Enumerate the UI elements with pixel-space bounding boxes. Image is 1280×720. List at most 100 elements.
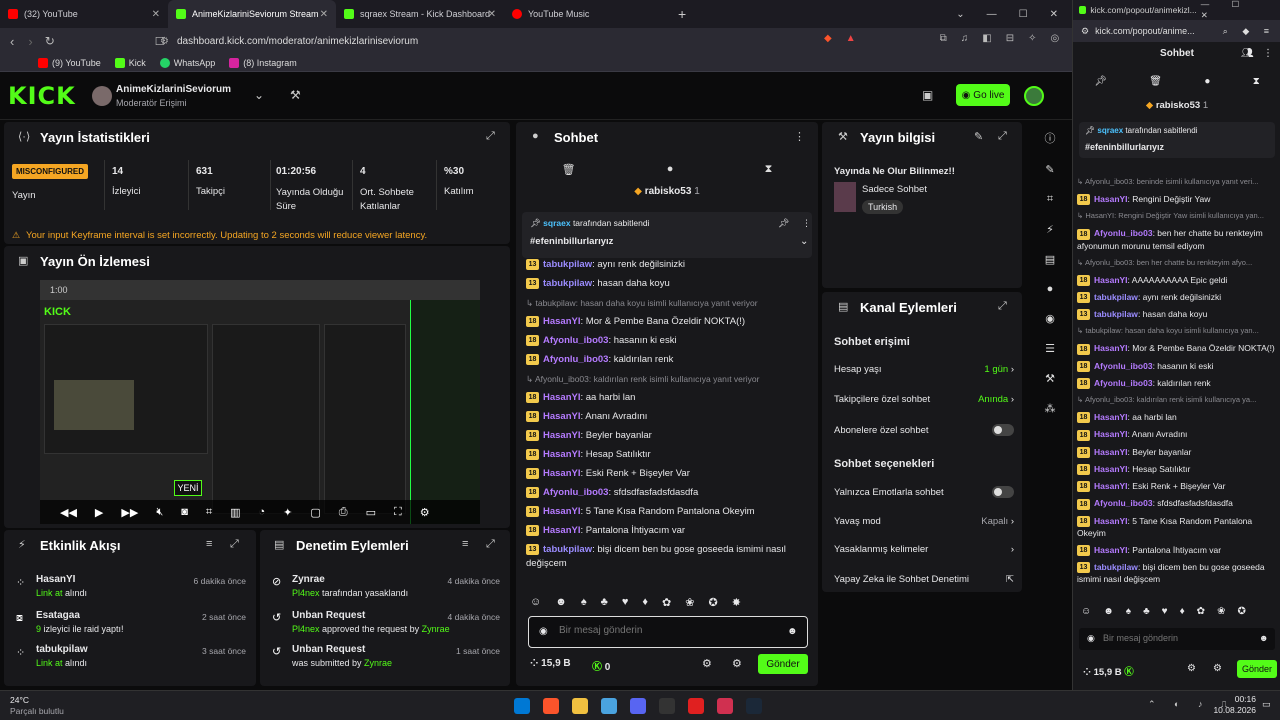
edit-icon[interactable]: ✎ bbox=[1045, 163, 1054, 176]
info-icon[interactable]: ⓘ bbox=[1045, 130, 1056, 146]
emote-icon[interactable]: ♥ bbox=[1162, 606, 1168, 622]
chat-username[interactable]: Afyonlu_ibo03 bbox=[1094, 378, 1153, 388]
stream-preview-video[interactable]: 1:00 KICK YENİ ◀◀ ▶ ▶▶ 🔇︎ ◙ ⌗ ▥ ◔ ✦ ▢ ⎙ ▭ ⛶ ⚙ bbox=[40, 280, 480, 524]
slow-mode-row[interactable]: Yavaş mod Kapalı › bbox=[834, 516, 1014, 527]
forward-icon[interactable]: ▶▶ bbox=[121, 506, 138, 519]
emoji-icon[interactable]: ☻ bbox=[787, 626, 798, 637]
crop-icon[interactable]: ⌗ bbox=[206, 506, 212, 519]
tab-list-icon[interactable]: ⌄ bbox=[956, 9, 964, 20]
url-field[interactable]: ⚙ dashboard.kick.com/moderator/animekizla… bbox=[160, 32, 810, 50]
leo-icon[interactable]: ✧ bbox=[1028, 33, 1036, 44]
chat-username[interactable]: HasanYI bbox=[1094, 447, 1128, 457]
close-tab-icon[interactable]: ✕ bbox=[152, 9, 160, 20]
mention-icon[interactable]: ◉ bbox=[1087, 633, 1095, 644]
bookmark-whatsapp[interactable]: WhatsApp bbox=[159, 57, 215, 68]
new-tab-icon[interactable]: + bbox=[678, 6, 686, 22]
edit-icon[interactable]: ✎ bbox=[974, 130, 983, 143]
emote-only-toggle[interactable] bbox=[992, 486, 1014, 498]
profile-avatar[interactable] bbox=[1024, 86, 1044, 106]
chat-username[interactable]: Afyonlu_ibo03 bbox=[543, 335, 608, 346]
split-icon[interactable]: ⊟ bbox=[1006, 33, 1014, 44]
steam-icon[interactable] bbox=[746, 698, 762, 714]
trash-icon[interactable]: 🗑︎ bbox=[1149, 76, 1162, 87]
back-icon[interactable]: ‹ bbox=[10, 34, 14, 49]
emote-icon[interactable]: ✪ bbox=[708, 596, 717, 612]
browser-tab[interactable]: YouTube Music bbox=[504, 0, 672, 28]
brave-icon[interactable] bbox=[543, 698, 559, 714]
chat-username[interactable]: HasanYI bbox=[543, 411, 581, 422]
chat-username[interactable]: Afyonlu_ibo03 bbox=[1094, 498, 1153, 508]
chat-username[interactable]: tabukpilaw bbox=[543, 259, 592, 270]
emote-icon[interactable]: ♣ bbox=[601, 596, 608, 612]
brave-rewards-icon[interactable]: ▲ bbox=[846, 33, 856, 44]
chat-username[interactable]: tabukpilaw bbox=[1094, 309, 1138, 319]
hourglass-icon[interactable]: ⧗ bbox=[765, 163, 773, 176]
chat-username[interactable]: tabukpilaw bbox=[543, 544, 592, 555]
chat-username[interactable]: HasanYI bbox=[543, 392, 581, 403]
browser-tab[interactable]: AnimeKizlariniSeviorum Stream ✕ bbox=[168, 0, 336, 28]
bookmark-youtube[interactable]: (9) YouTube bbox=[38, 57, 101, 68]
chat-username[interactable]: HasanYI bbox=[543, 525, 581, 536]
chat-username[interactable]: HasanYI bbox=[1094, 481, 1128, 491]
reload-icon[interactable]: ↻ bbox=[45, 34, 55, 48]
chat-username[interactable]: tabukpilaw bbox=[1094, 292, 1138, 302]
maximize-icon[interactable]: ☐ bbox=[1019, 9, 1028, 20]
settings-icon[interactable]: ⚙ bbox=[1187, 663, 1196, 674]
emote-icon[interactable]: ♣ bbox=[1143, 606, 1150, 622]
expand-icon[interactable]: ⤢ bbox=[486, 130, 495, 143]
pin-icon[interactable]: 📌︎ bbox=[1094, 76, 1107, 87]
fullscreen-icon[interactable]: ⛶ bbox=[394, 506, 402, 519]
filter-icon[interactable]: ≡ bbox=[206, 538, 212, 550]
mute-icon[interactable]: 🔇︎ bbox=[156, 506, 163, 519]
emote-icon[interactable]: ♠ bbox=[581, 596, 587, 612]
app-icon[interactable] bbox=[601, 698, 617, 714]
emote-icon[interactable]: ♠ bbox=[1126, 606, 1131, 622]
chat-username[interactable]: Afyonlu_ibo03 bbox=[1094, 228, 1153, 238]
effects-icon[interactable]: ✦ bbox=[283, 506, 292, 519]
emote-icon[interactable]: ☻ bbox=[555, 596, 567, 612]
emoji-icon[interactable]: ☻ bbox=[1259, 633, 1268, 643]
window-controls[interactable]: — ☐ ✕ bbox=[1201, 0, 1280, 21]
app-icon[interactable] bbox=[688, 698, 704, 714]
mod-settings-icon[interactable]: ⚙ bbox=[732, 657, 742, 670]
emote-icon[interactable]: ✪ bbox=[1237, 606, 1245, 622]
camera-icon[interactable]: ◙ bbox=[181, 506, 188, 518]
unpin-icon[interactable]: 📌︎ bbox=[778, 218, 789, 229]
expand-icon[interactable]: ⤢ bbox=[486, 538, 495, 551]
chat-input[interactable] bbox=[559, 625, 779, 636]
emote-icon[interactable]: ✸ bbox=[732, 596, 741, 612]
chat-username[interactable]: HasanYI bbox=[543, 468, 581, 479]
send-button[interactable]: Gönder bbox=[758, 654, 808, 674]
chat-bubble-icon[interactable]: ● bbox=[667, 163, 674, 175]
chat-username[interactable]: HasanYI bbox=[1094, 429, 1128, 439]
mention-icon[interactable]: ◉ bbox=[539, 626, 548, 637]
users-icon[interactable]: 👥︎ bbox=[1241, 48, 1254, 59]
go-live-button[interactable]: ◉ Go live bbox=[956, 84, 1010, 106]
brave-shield-icon[interactable]: ◆ bbox=[824, 33, 832, 44]
lightning-icon[interactable]: ⚡ bbox=[1046, 223, 1054, 236]
ai-moderation-row[interactable]: Yapay Zeka ile Sohbet Denetimi ⇱ bbox=[834, 574, 1014, 585]
theater-icon[interactable]: ▭ bbox=[366, 506, 376, 519]
extension-icon[interactable]: ⧉ bbox=[940, 33, 947, 44]
chat-username[interactable]: HasanYI bbox=[543, 430, 581, 441]
settings-icon[interactable]: ⚙ bbox=[702, 657, 712, 670]
popout-input-box[interactable]: ◉ ☻ bbox=[1079, 628, 1275, 650]
banned-words-row[interactable]: Yasaklanmış kelimeler › bbox=[834, 544, 1014, 555]
chat-username[interactable]: HasanYI bbox=[543, 316, 581, 327]
emote-icon[interactable]: ✿ bbox=[662, 596, 671, 612]
chat-username[interactable]: HasanYI bbox=[1094, 412, 1128, 422]
minimize-icon[interactable]: — bbox=[987, 9, 997, 20]
emote-icon[interactable]: ❀ bbox=[1217, 606, 1225, 622]
browser-tab[interactable]: sqraex Stream - Kick Dashboard ✕ bbox=[336, 0, 504, 28]
chat-username[interactable]: Afyonlu_ibo03 bbox=[543, 487, 608, 498]
chat-username[interactable]: HasanYI bbox=[1094, 464, 1128, 474]
nodes-icon[interactable]: ⁂ bbox=[1045, 402, 1056, 415]
emote-icon[interactable]: ♥ bbox=[622, 596, 629, 612]
browser-tab[interactable]: (32) YouTube ✕ bbox=[0, 0, 168, 28]
document-icon[interactable]: ▤ bbox=[1045, 253, 1055, 266]
scan-icon[interactable]: ⌗ bbox=[1047, 193, 1053, 206]
chat-username[interactable]: HasanYI bbox=[1094, 516, 1128, 526]
emote-icon[interactable]: ☺ bbox=[530, 596, 541, 612]
close-tab-icon[interactable]: ✕ bbox=[488, 9, 496, 20]
emote-icon[interactable]: ♦ bbox=[1180, 606, 1185, 622]
